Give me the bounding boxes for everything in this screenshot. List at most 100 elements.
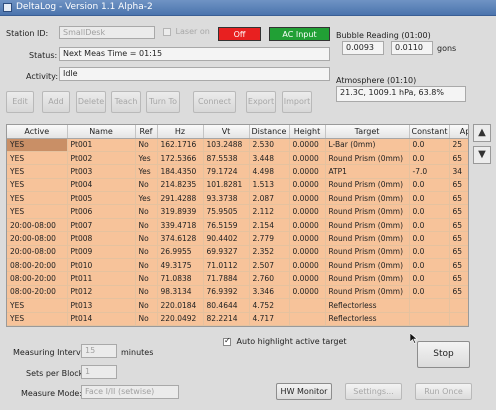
column-header[interactable]: Distance — [249, 125, 290, 139]
table-cell — [289, 312, 326, 326]
import-button[interactable]: Import — [282, 91, 312, 113]
table-cell: No — [135, 218, 158, 233]
table-cell: Pt002 — [67, 151, 136, 166]
table-row[interactable]: YES Pt005 Yes 291.4288 93.3738 2.087 0.0000 Rou… — [7, 191, 468, 206]
teach-button[interactable]: Teach — [111, 91, 141, 113]
column-header[interactable]: Name — [67, 125, 136, 139]
table-cell: 08:00-20:00 — [7, 271, 68, 286]
laser-on-checkbox[interactable]: Laser on — [163, 27, 210, 36]
table-cell: 0.0000 — [289, 191, 326, 206]
table-row[interactable]: YES Pt014 No 220.0492 82.2214 4.717 Reflectorl… — [7, 312, 468, 326]
table-cell: YES — [7, 312, 68, 326]
table-cell — [449, 312, 468, 326]
table-cell: No — [135, 138, 158, 152]
auto-highlight-checkbox-box[interactable] — [223, 336, 231, 346]
table-row[interactable]: 20:00-08:00 Pt008 No 374.6128 90.4402 2.779 0.… — [7, 231, 468, 246]
table-cell: ATP1 — [325, 164, 410, 179]
table-cell: 65 — [449, 245, 468, 260]
table-cell: No — [135, 245, 158, 260]
table-row[interactable]: YES Pt002 Yes 172.5366 87.5538 3.448 0.0000 Rou… — [7, 151, 468, 166]
table-row[interactable]: 08:00-20:00 Pt010 No 49.3175 71.0112 2.507 0.0… — [7, 258, 468, 273]
window-title: DeltaLog - Version 1.1 Alpha-2 — [16, 2, 153, 12]
auto-highlight-checkbox[interactable]: Auto highlight active target — [223, 336, 347, 346]
table-cell: 65 — [449, 258, 468, 273]
column-header[interactable]: Ref — [135, 125, 158, 139]
scroll-down-icon[interactable]: ▼ — [473, 146, 491, 164]
table-cell: YES — [7, 164, 68, 179]
column-header[interactable]: Target — [325, 125, 410, 139]
sets-per-block-field[interactable]: 1 — [81, 365, 117, 379]
table-cell: 374.6128 — [157, 231, 204, 246]
hw-monitor-button[interactable]: HW Monitor — [276, 383, 332, 400]
column-header[interactable]: Constant — [409, 125, 450, 139]
table-cell: YES — [7, 191, 68, 206]
connect-button[interactable]: Connect — [193, 91, 236, 113]
title-bar: DeltaLog - Version 1.1 Alpha-2 — [0, 0, 496, 16]
table-cell: 75.9505 — [203, 204, 250, 219]
scroll-up-icon[interactable]: ▲ — [473, 124, 491, 142]
table-header-row: Active Name Ref Hz Vt Distance Height Target Con… — [7, 125, 468, 139]
table-cell: 87.5538 — [203, 151, 250, 166]
table-cell: 20:00-08:00 — [7, 231, 68, 246]
table-cell: 0.0000 — [289, 178, 326, 193]
laser-checkbox-box[interactable] — [163, 27, 171, 36]
table-cell: 2.087 — [249, 191, 290, 206]
table-cell: 26.9955 — [157, 245, 204, 260]
table-cell: Pt010 — [67, 258, 136, 273]
table-cell: 0.0000 — [289, 204, 326, 219]
status-field: Next Meas Time = 01:15 — [59, 47, 330, 61]
table-cell: 2.154 — [249, 218, 290, 233]
table-cell: 65 — [449, 178, 468, 193]
table-cell: 0.0000 — [289, 258, 326, 273]
table-cell: 20:00-08:00 — [7, 218, 68, 233]
table-cell — [409, 312, 450, 326]
measure-mode-select[interactable]: Face I/II (setwise) — [81, 385, 179, 399]
table-row[interactable]: 08:00-20:00 Pt012 No 98.3134 76.9392 3.346 0.0… — [7, 285, 468, 300]
column-header[interactable]: Height — [289, 125, 326, 139]
add-button[interactable]: Add — [42, 91, 70, 113]
table-cell: 2.352 — [249, 245, 290, 260]
ac-input-indicator[interactable]: AC Input — [269, 27, 330, 41]
table-cell: Pt006 — [67, 204, 136, 219]
edit-button[interactable]: Edit — [6, 91, 34, 113]
delete-button[interactable]: Delete — [76, 91, 106, 113]
column-header[interactable]: Ap — [449, 125, 468, 139]
station-id-field[interactable]: SmallDesk — [59, 26, 155, 39]
atmosphere-label: Atmosphere (01:10) — [336, 76, 417, 85]
column-header[interactable]: Vt — [203, 125, 250, 139]
auto-highlight-label: Auto highlight active target — [236, 337, 347, 346]
table-row[interactable]: YES Pt001 No 162.1716 103.2488 2.530 0.0000 L-B… — [7, 138, 468, 152]
table-cell: 0.0000 — [289, 271, 326, 286]
table-cell: 0.0000 — [289, 245, 326, 260]
measuring-interval-label: Measuring Interval: — [13, 348, 91, 357]
table-row[interactable]: 20:00-08:00 Pt007 No 339.4718 76.5159 2.154 0.… — [7, 218, 468, 233]
table-cell: 90.4402 — [203, 231, 250, 246]
export-button[interactable]: Export — [246, 91, 276, 113]
station-id-label: Station ID: — [6, 29, 49, 38]
measuring-interval-field[interactable]: 15 — [81, 344, 117, 358]
column-header[interactable]: Hz — [157, 125, 204, 139]
run-once-button[interactable]: Run Once — [415, 383, 472, 400]
table-row[interactable]: 08:00-20:00 Pt011 No 71.0838 71.7884 2.760 0.0… — [7, 271, 468, 286]
table-cell: Round Prism (0mm) — [325, 151, 410, 166]
table-row[interactable]: YES Pt004 No 214.8235 101.8281 1.513 0.0000 Rou… — [7, 178, 468, 193]
table-row[interactable]: YES Pt003 Yes 184.4350 79.1724 4.498 0.0000 ATP… — [7, 164, 468, 179]
table-cell: Pt007 — [67, 218, 136, 233]
stop-button[interactable]: Stop — [417, 341, 470, 368]
off-indicator[interactable]: Off — [218, 27, 261, 41]
table-cell: 0.0000 — [289, 151, 326, 166]
settings-button[interactable]: Settings... — [345, 383, 402, 400]
table-cell: 65 — [449, 151, 468, 166]
table-cell: -7.0 — [409, 164, 450, 179]
column-header[interactable]: Active — [7, 125, 68, 139]
table-row[interactable]: YES Pt013 No 220.0184 80.4644 4.752 Reflectorl… — [7, 298, 468, 313]
table-row[interactable]: YES Pt006 No 319.8939 75.9505 2.112 0.0000 Roun… — [7, 204, 468, 219]
table-row[interactable]: 20:00-08:00 Pt009 No 26.9955 69.9327 2.352 0.0… — [7, 245, 468, 260]
table-cell: No — [135, 231, 158, 246]
table-cell: 65 — [449, 191, 468, 206]
table-cell: No — [135, 285, 158, 300]
activity-field: Idle — [59, 67, 330, 81]
table-cell: Round Prism (0mm) — [325, 271, 410, 286]
targets-table[interactable]: Active Name Ref Hz Vt Distance Height Target Con… — [6, 124, 469, 327]
turn-to-button[interactable]: Turn To — [146, 91, 180, 113]
